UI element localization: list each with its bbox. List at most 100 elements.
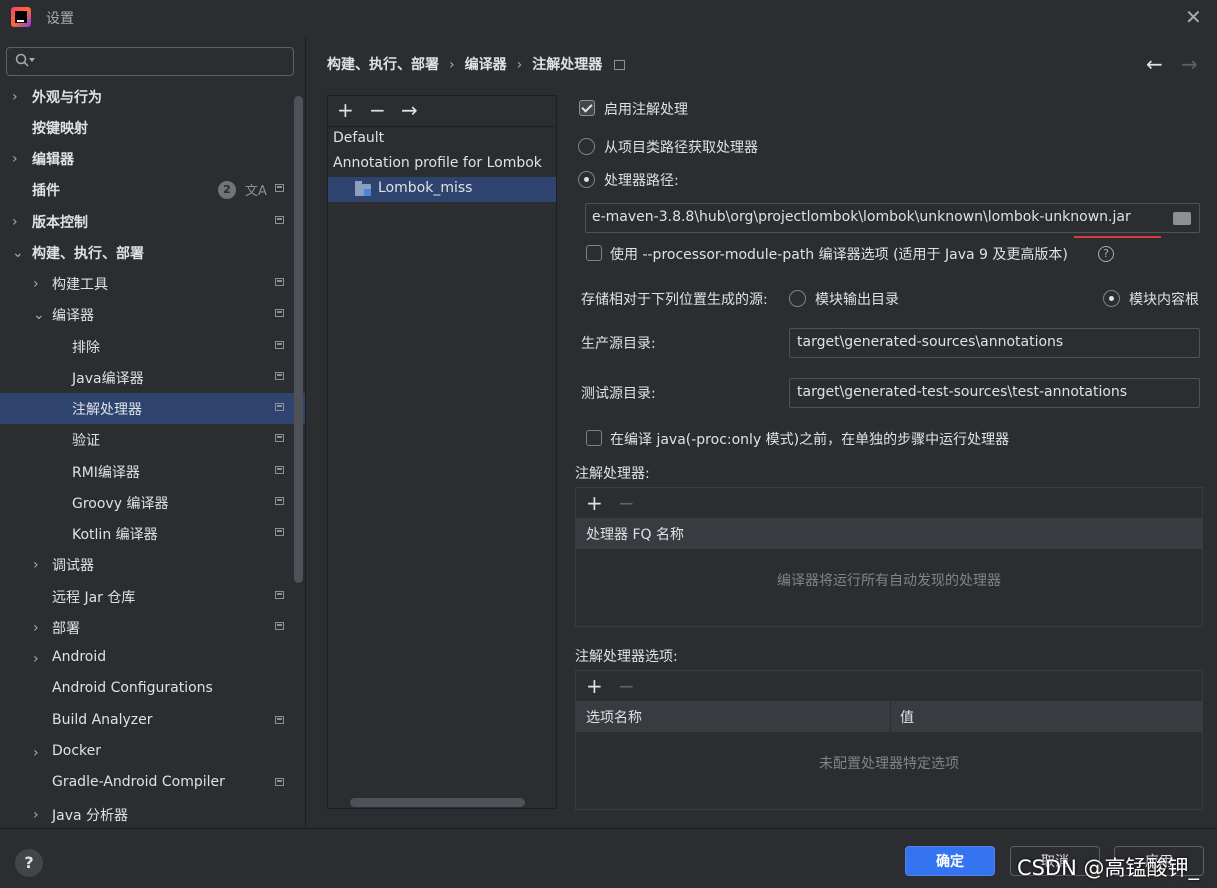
profile-item-lombok[interactable]: Annotation profile for Lombok <box>328 152 556 177</box>
chevron-down-icon: ⌄ <box>33 307 45 323</box>
processors-table: + − 处理器 FQ 名称 编译器将运行所有自动发现的处理器 <box>575 487 1203 627</box>
sidebar-item-java-profiler[interactable]: › Java 分析器 <box>0 799 305 830</box>
sidebar-item-excludes[interactable]: 排除 <box>0 331 305 362</box>
project-scope-icon <box>275 216 284 224</box>
sidebar-item-vcs[interactable]: › 版本控制 <box>0 206 305 237</box>
profile-label: Default <box>333 130 385 146</box>
remove-processor-button[interactable]: − <box>618 488 635 518</box>
close-icon[interactable]: ✕ <box>1185 7 1202 27</box>
help-icon[interactable]: ? <box>1098 246 1114 262</box>
ok-button[interactable]: 确定 <box>905 846 995 876</box>
processor-path-field[interactable]: e-maven-3.8.8\hub\org\projectlombok\lomb… <box>585 203 1200 233</box>
breadcrumb-item[interactable]: 构建、执行、部署 <box>327 57 439 73</box>
chevron-right-icon: › <box>12 89 18 105</box>
from-classpath-radio[interactable] <box>578 138 595 155</box>
sidebar-item-groovy-compiler[interactable]: Groovy 编译器 <box>0 487 305 518</box>
add-option-button[interactable]: + <box>586 671 603 701</box>
chevron-right-icon: › <box>12 151 18 167</box>
sidebar-item-keymap[interactable]: 按键映射 <box>0 112 305 143</box>
sidebar-item-label: Build Analyzer <box>52 712 153 728</box>
add-processor-button[interactable]: + <box>586 488 603 518</box>
production-dir-label: 生产源目录: <box>581 336 656 352</box>
sidebar-item-label: 调试器 <box>52 558 94 574</box>
sidebar-item-kotlin-compiler[interactable]: Kotlin 编译器 <box>0 518 305 549</box>
sidebar-item-appearance[interactable]: › 外观与行为 <box>0 81 305 112</box>
project-scope-icon <box>275 528 284 536</box>
sidebar-item-label: Java编译器 <box>72 371 144 387</box>
processor-path-radio[interactable] <box>578 171 595 188</box>
test-dir-value: target\generated-test-sources\test-annot… <box>797 384 1128 400</box>
sidebar-item-gradle-android-compiler[interactable]: Gradle-Android Compiler <box>0 768 305 799</box>
sidebar-item-rmi-compiler[interactable]: RMI编译器 <box>0 456 305 487</box>
sidebar-item-label: 外观与行为 <box>32 90 102 106</box>
window-title: 设置 <box>46 11 74 27</box>
processor-path-value: e-maven-3.8.8\hub\org\projectlombok\lomb… <box>592 209 1131 225</box>
module-output-radio[interactable] <box>789 290 806 307</box>
module-content-root-radio[interactable] <box>1103 290 1120 307</box>
enable-annotation-processing-checkbox[interactable] <box>579 100 595 116</box>
chevron-right-icon: › <box>12 214 18 230</box>
sidebar-item-android-configurations[interactable]: Android Configurations <box>0 674 305 705</box>
module-content-root-label: 模块内容根 <box>1129 292 1199 308</box>
sidebar-item-annotation-processors[interactable]: 注解处理器 <box>0 393 305 424</box>
column-header[interactable]: 选项名称 <box>586 707 642 727</box>
profile-item-default[interactable]: Default <box>328 127 556 152</box>
profile-item-lombok-miss[interactable]: Lombok_miss <box>328 177 556 202</box>
profiles-panel: + − → Default Annotation profile for Lom… <box>327 95 557 809</box>
help-button[interactable]: ? <box>15 849 43 877</box>
profiles-toolbar: + − → <box>328 96 556 127</box>
separate-step-checkbox[interactable] <box>586 430 602 446</box>
search-input[interactable] <box>6 47 294 76</box>
processors-empty-text: 编译器将运行所有自动发现的处理器 <box>777 573 1001 589</box>
project-scope-icon <box>275 278 284 286</box>
options-table-title: 注解处理器选项: <box>575 649 678 665</box>
test-dir-field[interactable]: target\generated-test-sources\test-annot… <box>789 378 1200 408</box>
sidebar-item-build-execution-deployment[interactable]: ⌄ 构建、执行、部署 <box>0 237 305 268</box>
settings-sidebar: › 外观与行为 按键映射 › 编辑器 插件 2 文A › 版本控制 ⌄ 构建、执… <box>0 36 306 828</box>
chevron-down-icon <box>29 58 35 62</box>
sidebar-scrollbar[interactable] <box>294 96 303 583</box>
sidebar-item-validation[interactable]: 验证 <box>0 424 305 455</box>
remove-option-button[interactable]: − <box>618 671 635 701</box>
production-dir-value: target\generated-sources\annotations <box>797 334 1064 350</box>
sidebar-item-label: Docker <box>52 743 102 759</box>
sidebar-item-android[interactable]: › Android <box>0 643 305 674</box>
project-scope-icon <box>275 434 284 442</box>
options-toolbar: + − <box>576 671 1202 702</box>
sidebar-item-build-analyzer[interactable]: Build Analyzer <box>0 706 305 737</box>
column-header[interactable]: 值 <box>900 707 914 727</box>
sidebar-item-docker[interactable]: › Docker <box>0 737 305 768</box>
sidebar-item-plugins[interactable]: 插件 2 文A <box>0 174 305 205</box>
sidebar-item-java-compiler[interactable]: Java编译器 <box>0 362 305 393</box>
sidebar-item-debugger[interactable]: › 调试器 <box>0 549 305 580</box>
breadcrumb-item[interactable]: 编译器 <box>465 57 507 73</box>
move-profile-button[interactable]: → <box>401 97 418 123</box>
options-table-header: 选项名称 值 <box>576 701 1202 732</box>
browse-folder-icon[interactable] <box>1173 212 1191 225</box>
module-path-checkbox[interactable] <box>586 245 602 261</box>
sidebar-item-deployment[interactable]: › 部署 <box>0 612 305 643</box>
profiles-horizontal-scrollbar[interactable] <box>350 798 525 807</box>
chevron-right-icon: › <box>33 557 39 573</box>
sidebar-item-label: Java 分析器 <box>52 808 129 824</box>
project-scope-icon <box>275 309 284 317</box>
column-header[interactable]: 处理器 FQ 名称 <box>586 524 684 544</box>
sidebar-item-label: 编译器 <box>52 308 94 324</box>
processors-table-title: 注解处理器: <box>575 466 650 482</box>
project-scope-icon <box>614 60 626 70</box>
module-folder-icon <box>355 181 371 196</box>
project-scope-icon <box>275 622 284 630</box>
back-arrow-icon[interactable]: ← <box>1146 52 1163 76</box>
add-profile-button[interactable]: + <box>337 97 354 123</box>
sidebar-item-compiler[interactable]: ⌄ 编译器 <box>0 299 305 330</box>
sidebar-item-remote-jar-repos[interactable]: 远程 Jar 仓库 <box>0 581 305 612</box>
sidebar-item-label: 按键映射 <box>32 121 88 137</box>
forward-arrow-icon[interactable]: → <box>1181 52 1198 76</box>
intellij-logo-icon <box>11 7 31 27</box>
production-dir-field[interactable]: target\generated-sources\annotations <box>789 328 1200 358</box>
remove-profile-button[interactable]: − <box>369 97 386 123</box>
sidebar-item-label: Groovy 编译器 <box>72 496 169 512</box>
project-scope-icon <box>275 341 284 349</box>
sidebar-item-build-tools[interactable]: › 构建工具 <box>0 268 305 299</box>
sidebar-item-editor[interactable]: › 编辑器 <box>0 143 305 174</box>
